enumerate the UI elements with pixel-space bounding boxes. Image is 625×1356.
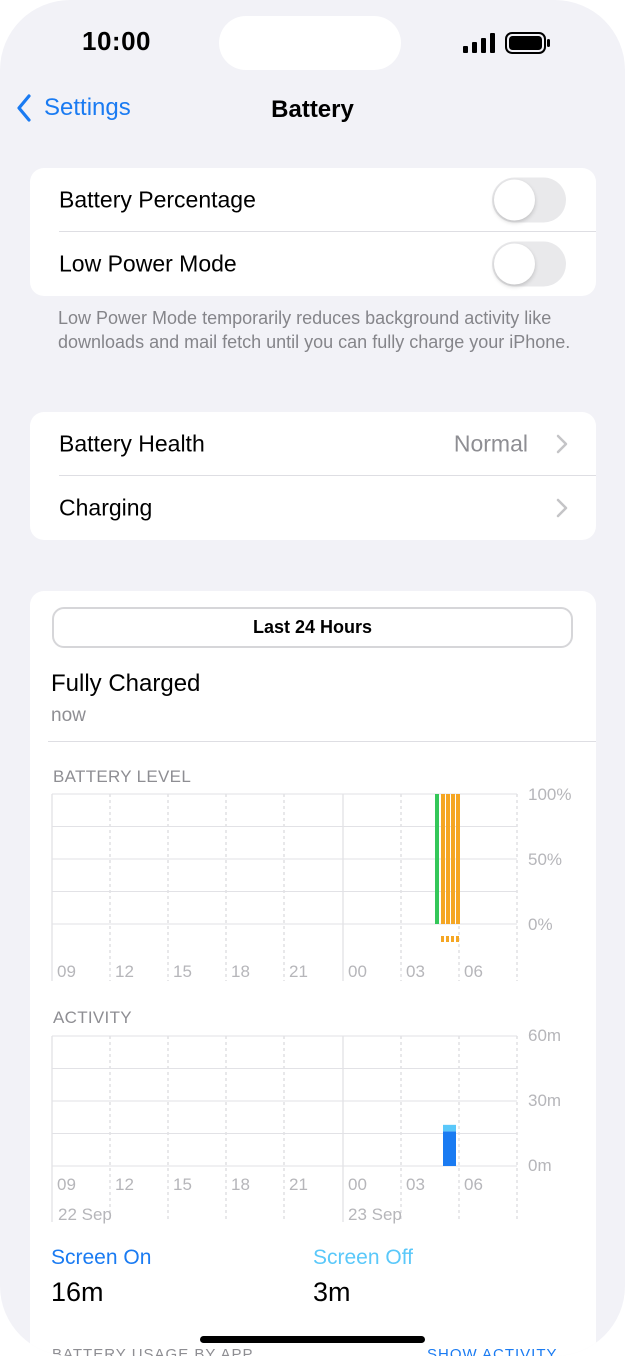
activity-bars <box>443 1124 456 1166</box>
screen-off-value: 3m <box>313 1277 351 1307</box>
charging-bar <box>456 794 460 924</box>
battery-ytick-100: 100% <box>528 785 572 804</box>
x-tick-label: 06 <box>464 962 483 981</box>
x-tick-label: 12 <box>115 962 134 981</box>
chevron-right-icon <box>556 498 568 518</box>
home-indicator[interactable] <box>200 1336 425 1343</box>
divider <box>48 741 596 742</box>
activity-ytick-0: 0m <box>528 1156 552 1175</box>
screen-on-bar <box>443 1131 456 1166</box>
battery-health-value: Normal <box>453 430 528 457</box>
charging-bar <box>441 794 445 924</box>
low-power-mode-label: Low Power Mode <box>59 250 237 277</box>
activity-chart <box>51 1035 518 1222</box>
dynamic-island <box>219 16 401 70</box>
toggle-knob <box>494 179 535 221</box>
charge-status-title: Fully Charged <box>51 670 201 697</box>
battery-percentage-label: Battery Percentage <box>59 186 256 213</box>
activity-title: ACTIVITY <box>53 1008 132 1027</box>
battery-ytick-0: 0% <box>528 915 553 934</box>
charging-indicator <box>451 936 454 942</box>
charging-label: Charging <box>59 494 153 521</box>
last-24-hours-segment[interactable]: Last 24 Hours <box>52 607 573 648</box>
battery-percentage-row: Battery Percentage <box>30 168 596 232</box>
charging-indicator <box>441 936 444 942</box>
toggles-card: Battery Percentage Low Power Mode <box>30 168 596 296</box>
x-tick-label: 09 <box>57 1175 76 1194</box>
toggle-knob <box>494 243 535 285</box>
activity-ytick-60: 60m <box>528 1026 562 1045</box>
charging-bar <box>451 794 455 924</box>
x-tick-label: 21 <box>289 1175 308 1194</box>
status-time: 10:00 <box>82 26 151 56</box>
x-tick-label: 18 <box>231 962 250 981</box>
charge-status-time: now <box>51 705 86 726</box>
screen-off-label: Screen Off <box>313 1246 413 1269</box>
battery-level-bar <box>435 794 439 924</box>
x-tick-label: 00 <box>348 1175 367 1194</box>
x-tick-label: 00 <box>348 962 367 981</box>
health-card: Battery Health Normal Charging <box>30 412 596 540</box>
page-title: Battery <box>271 96 354 123</box>
signal-icon <box>463 33 495 53</box>
x-tick-label: 09 <box>57 962 76 981</box>
x-tick-label: 18 <box>231 1175 250 1194</box>
charging-indicator <box>456 936 459 942</box>
charging-bar <box>446 794 450 924</box>
x-tick-label: 06 <box>464 1175 483 1194</box>
low-power-mode-row: Low Power Mode <box>30 232 596 296</box>
screen-on-value: 16m <box>51 1277 104 1307</box>
x-tick-label: 21 <box>289 962 308 981</box>
charging-indicator <box>446 936 449 942</box>
phone-screen: 10:00 Settings Battery Battery Percentag… <box>0 0 625 1356</box>
battery-health-label: Battery Health <box>59 430 205 457</box>
charging-row[interactable]: Charging <box>30 476 596 540</box>
low-power-mode-toggle[interactable] <box>492 241 566 287</box>
date-label-23-sep: 23 Sep <box>348 1205 402 1224</box>
show-activity-link[interactable]: SHOW ACTIVITY <box>427 1346 558 1356</box>
battery-percentage-toggle[interactable] <box>492 177 566 223</box>
battery-level-bars <box>435 794 460 942</box>
battery-icon <box>505 32 550 54</box>
x-tick-label: 03 <box>406 1175 425 1194</box>
activity-ytick-30: 30m <box>528 1091 562 1110</box>
low-power-footnote: Low Power Mode temporarily reduces backg… <box>58 308 571 352</box>
battery-level-chart <box>51 793 518 981</box>
screen-on-label: Screen On <box>51 1246 152 1269</box>
date-label-22-sep: 22 Sep <box>58 1205 112 1224</box>
x-tick-label: 15 <box>173 962 192 981</box>
usage-by-app-header: BATTERY USAGE BY APP <box>52 1346 254 1356</box>
x-tick-label: 03 <box>406 962 425 981</box>
battery-ytick-50: 50% <box>528 850 563 869</box>
screen-off-bar <box>443 1124 456 1132</box>
chevron-right-icon <box>556 434 568 454</box>
battery-health-row[interactable]: Battery Health Normal <box>30 412 596 476</box>
x-tick-label: 12 <box>115 1175 134 1194</box>
x-tick-label: 15 <box>173 1175 192 1194</box>
